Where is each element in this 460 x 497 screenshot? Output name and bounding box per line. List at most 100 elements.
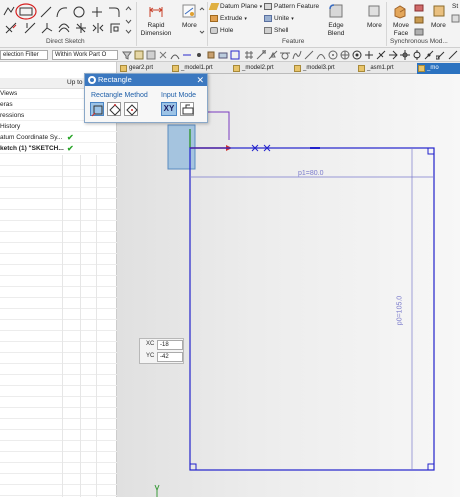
- navigator-column-header: Up to: [67, 79, 83, 86]
- rectangle-dialog-title: Rectangle: [98, 75, 132, 84]
- snap-arc-icon[interactable]: [316, 50, 326, 60]
- tab-model2[interactable]: _model2.prt: [232, 63, 274, 74]
- select-all-icon[interactable]: [158, 50, 168, 60]
- gallery-scroll-button[interactable]: [125, 4, 132, 36]
- constraint-tool-button[interactable]: [109, 22, 121, 34]
- snap-quadrant-icon[interactable]: [340, 50, 350, 60]
- sketch-more-icon[interactable]: [182, 4, 196, 18]
- snap-tangent-icon[interactable]: [280, 50, 290, 60]
- snap-between-icon[interactable]: [436, 50, 446, 60]
- feature-more-label[interactable]: More: [367, 22, 382, 29]
- ribbon-separator: [136, 2, 137, 46]
- graphics-window[interactable]: [117, 74, 460, 497]
- pattern-feature-button[interactable]: Pattern Feature: [264, 3, 319, 10]
- edge-blend-label[interactable]: Edge Blend: [322, 22, 350, 38]
- sketch-more-label[interactable]: More: [182, 22, 197, 29]
- select-body-icon[interactable]: [146, 50, 156, 60]
- tab-label: _asm1.prt: [367, 65, 394, 71]
- navigator-row-datum-csys[interactable]: atum Coordinate Sy... ✔: [0, 133, 117, 143]
- snap-point-on-face-icon[interactable]: [400, 50, 410, 60]
- trim-tool-button[interactable]: [5, 22, 17, 34]
- snap-polar-icon[interactable]: [412, 50, 422, 60]
- sync-more-icon[interactable]: [432, 4, 446, 18]
- snap-midpoint-icon[interactable]: [268, 50, 278, 60]
- rapid-dimension-label[interactable]: Rapid Dimension: [140, 22, 172, 38]
- by-3-points-button[interactable]: [107, 102, 121, 116]
- sync-tool-icon[interactable]: [414, 15, 424, 25]
- select-sketch-icon[interactable]: [230, 50, 240, 60]
- circle-tool-button[interactable]: [73, 6, 85, 18]
- st-tool-icon[interactable]: [451, 14, 460, 23]
- selection-scope-dropdown[interactable]: Within Work Part O: [52, 50, 118, 60]
- profile-tool-button[interactable]: [2, 5, 16, 17]
- feature-more-icon[interactable]: [367, 4, 381, 18]
- part-file-icon: [294, 65, 301, 72]
- xy-mode-button[interactable]: XY: [161, 102, 177, 116]
- sync-tool-icon[interactable]: [414, 3, 424, 13]
- extend-tool-button[interactable]: [24, 22, 36, 34]
- rapid-dimension-icon[interactable]: [148, 3, 164, 19]
- snap-endpoint-icon[interactable]: [256, 50, 266, 60]
- snap-center-icon[interactable]: [328, 50, 338, 60]
- tab-active-model[interactable]: _mo: [417, 63, 460, 74]
- tab-model3[interactable]: _model3.prt: [293, 63, 335, 74]
- arc-tool-button[interactable]: [56, 6, 68, 18]
- from-center-button[interactable]: [124, 102, 138, 116]
- sync-more-label[interactable]: More: [431, 22, 446, 29]
- navigator-row-sketch[interactable]: ketch (1) "SKETCH... ✔: [0, 144, 117, 154]
- shell-button[interactable]: Shell: [264, 27, 288, 34]
- unite-button[interactable]: Unite ▾: [264, 15, 294, 22]
- fillet-tool-button[interactable]: [108, 6, 120, 18]
- line-tool-button[interactable]: [40, 6, 52, 18]
- sketch-options-button[interactable]: [199, 4, 205, 36]
- tab-label: _model2.prt: [242, 65, 274, 71]
- dimension-label-vertical[interactable]: p0=105.0: [397, 291, 404, 331]
- select-feature-icon[interactable]: [206, 50, 216, 60]
- dimension-label-horizontal[interactable]: p1=80.0: [298, 170, 324, 177]
- checkmark-icon[interactable]: ✔: [67, 144, 74, 153]
- select-face-icon[interactable]: [134, 50, 144, 60]
- navigator-row-history[interactable]: History: [0, 122, 117, 132]
- sync-tool-icon[interactable]: [414, 27, 424, 37]
- checkmark-icon[interactable]: ✔: [67, 133, 74, 142]
- tab-asm1[interactable]: _asm1.prt: [357, 63, 394, 74]
- snap-line-icon[interactable]: [304, 50, 314, 60]
- feature-group-label: Feature: [282, 38, 305, 45]
- rectangle-dialog-titlebar[interactable]: Rectangle ✕: [85, 74, 207, 86]
- by-2-points-button[interactable]: [90, 102, 104, 117]
- extrude-button[interactable]: Extrude ▾: [210, 15, 247, 22]
- select-component-icon[interactable]: [218, 50, 228, 60]
- snap-control-point-icon[interactable]: [424, 50, 434, 60]
- make-corner-tool-button[interactable]: [41, 22, 53, 34]
- snap-bounded-icon[interactable]: [388, 50, 398, 60]
- offset-curve-tool-button[interactable]: [58, 22, 70, 34]
- point-tool-button[interactable]: [91, 6, 103, 18]
- mirror-curve-tool-button[interactable]: [92, 22, 104, 34]
- rectangle-tool-button[interactable]: [15, 3, 37, 20]
- navigator-column-divider: [80, 155, 81, 497]
- unite-icon: [264, 15, 272, 22]
- move-face-icon[interactable]: [392, 3, 408, 19]
- snap-grid-icon[interactable]: [244, 50, 254, 60]
- xc-input[interactable]: -18: [157, 340, 183, 350]
- snap-existing-point-icon[interactable]: [364, 50, 374, 60]
- move-face-label[interactable]: Move Face: [389, 22, 413, 38]
- filter-icon[interactable]: [122, 50, 132, 60]
- snap-settings-icon[interactable]: [448, 50, 458, 60]
- datum-plane-label: Datum Plane: [220, 3, 258, 10]
- edge-blend-icon[interactable]: [328, 3, 344, 19]
- gear-icon[interactable]: [88, 76, 96, 84]
- close-icon[interactable]: ✕: [196, 74, 204, 86]
- select-curve-icon[interactable]: [170, 50, 180, 60]
- select-edge-icon[interactable]: [182, 50, 192, 60]
- parameter-mode-button[interactable]: [180, 102, 194, 116]
- hole-button[interactable]: Hole: [210, 27, 233, 34]
- datum-plane-button[interactable]: Datum Plane ▾: [208, 3, 262, 10]
- select-point-icon[interactable]: [194, 50, 204, 60]
- snap-on-curve-icon[interactable]: [376, 50, 386, 60]
- pattern-curve-tool-button[interactable]: [75, 22, 87, 34]
- snap-intersection-icon[interactable]: [352, 50, 362, 60]
- yc-input[interactable]: -42: [157, 352, 183, 362]
- snap-curve-icon[interactable]: [292, 50, 302, 60]
- selection-filter-dropdown[interactable]: election Filter: [0, 50, 48, 60]
